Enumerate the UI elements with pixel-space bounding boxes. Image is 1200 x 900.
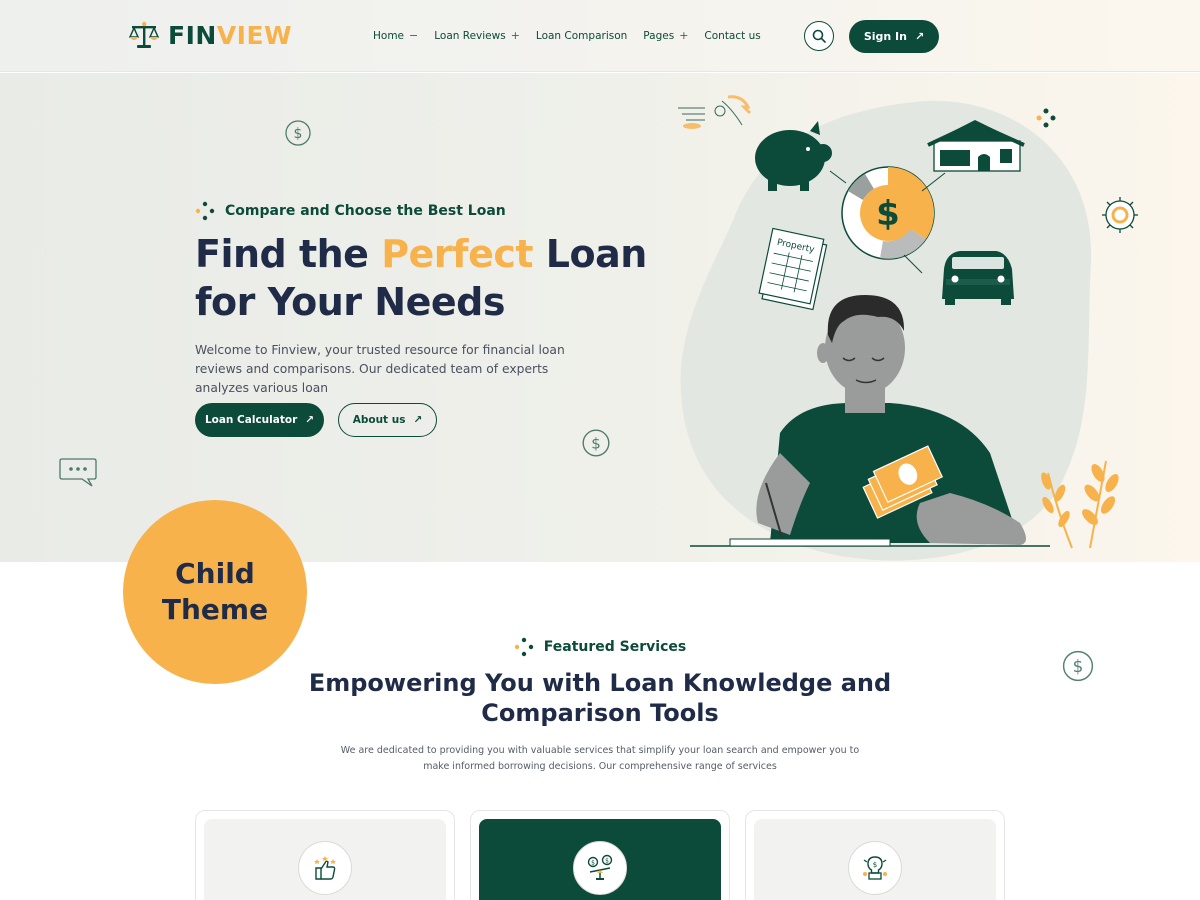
search-icon — [812, 29, 826, 43]
idea-bulb-icon: $ — [848, 841, 902, 895]
service-card[interactable] — [195, 810, 455, 900]
nav-item-home[interactable]: Home − — [373, 29, 418, 42]
site-header: FINVIEW Home − Loan Reviews + Loan Compari… — [0, 0, 1200, 72]
hero-title: Find the Perfect Loan for Your Needs — [195, 232, 647, 324]
hero-section: $ $ Compare and Choose the Best Loan Fin… — [0, 73, 1200, 562]
about-us-button[interactable]: About us ↗ — [338, 403, 437, 437]
plant-leaves-icon — [1041, 460, 1119, 549]
sparkle-dots-icon — [195, 201, 215, 221]
nav-item-contact[interactable]: Contact us — [704, 29, 760, 42]
nav-item-loan-reviews[interactable]: Loan Reviews + — [434, 29, 520, 42]
services-title: Empowering You with Loan Knowledge and C… — [308, 669, 892, 727]
nav-item-pages[interactable]: Pages + — [643, 29, 688, 42]
services-eyebrow: Featured Services — [0, 637, 1200, 657]
property-document-icon: Property — [758, 227, 828, 311]
sign-in-button[interactable]: Sign In ↗ — [849, 20, 939, 53]
service-card-active[interactable]: $ $ — [470, 810, 730, 900]
hero-eyebrow: Compare and Choose the Best Loan — [195, 201, 506, 221]
svg-text:$: $ — [591, 860, 595, 867]
arrow-up-right-icon: ↗ — [914, 30, 925, 43]
site-logo[interactable]: FINVIEW — [128, 20, 292, 50]
service-card-body: $ — [754, 819, 996, 900]
hero-illustration: $ Property — [678, 95, 1138, 549]
svg-text:$: $ — [605, 858, 609, 865]
balance-scale-icon: $ $ — [573, 841, 627, 895]
car-icon — [942, 251, 1014, 305]
piggy-bank-icon — [755, 121, 832, 191]
services-description: We are dedicated to providing you with v… — [340, 745, 860, 772]
main-nav: Home − Loan Reviews + Loan Comparison Page… — [373, 29, 761, 42]
arrow-up-right-icon: ↗ — [413, 414, 423, 426]
dollar-donut-chart: $ — [829, 166, 946, 274]
service-card-body: $ $ — [479, 819, 721, 900]
dollar-coin-icon: $ — [582, 429, 610, 457]
gear-icon — [1102, 197, 1138, 233]
search-button[interactable] — [804, 21, 834, 51]
person-illustration — [690, 295, 1050, 547]
svg-text:$: $ — [294, 126, 303, 142]
dollar-coin-icon: $ — [285, 120, 311, 146]
svg-text:$: $ — [1073, 656, 1084, 676]
logo-text: FINVIEW — [168, 20, 293, 50]
service-card[interactable]: $ — [745, 810, 1005, 900]
svg-text:$: $ — [591, 434, 601, 452]
hero-description: Welcome to Finview, your trusted resourc… — [195, 343, 565, 395]
svg-text:$: $ — [876, 194, 900, 234]
chat-bubble-icon — [59, 458, 97, 487]
sparkle-dots-icon — [514, 637, 533, 657]
thumbs-up-stars-icon — [298, 841, 352, 895]
nav-item-loan-comparison[interactable]: Loan Comparison — [536, 29, 627, 42]
arrow-up-right-icon: ↗ — [305, 414, 315, 426]
scale-logo-icon — [128, 21, 160, 48]
house-icon — [927, 120, 1025, 172]
flying-coin-icon — [678, 95, 752, 129]
svg-text:$: $ — [873, 861, 877, 869]
service-card-body — [204, 819, 446, 900]
loan-calculator-button[interactable]: Loan Calculator ↗ — [195, 403, 324, 437]
